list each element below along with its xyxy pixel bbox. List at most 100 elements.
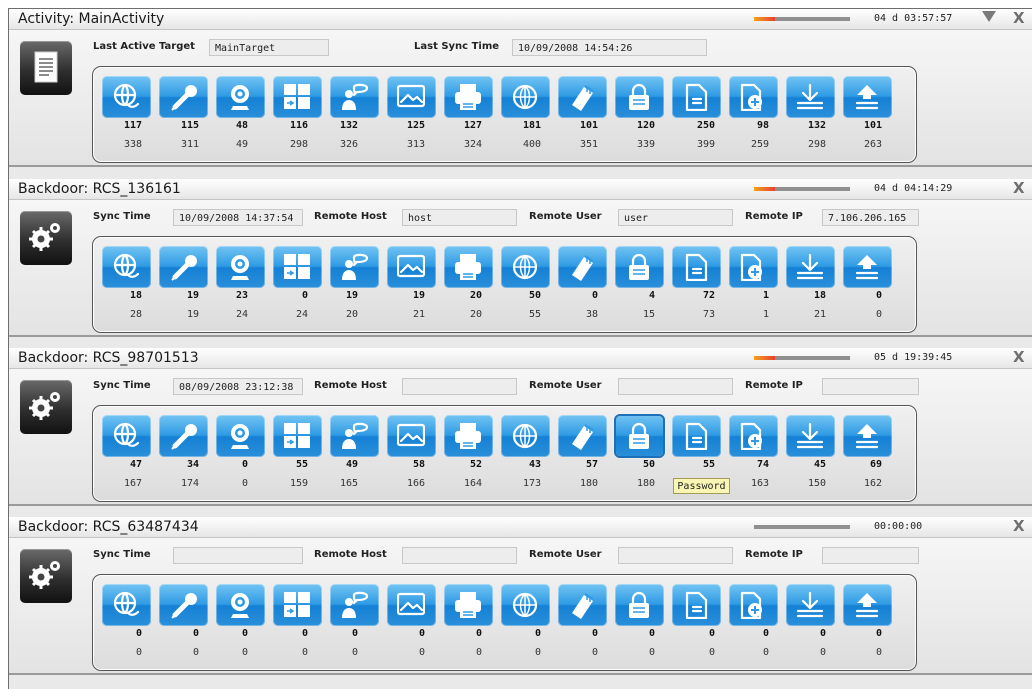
count-top: 45 [813,459,826,470]
count-top: 55 [295,459,308,470]
module-button[interactable] [216,246,265,288]
module-button[interactable] [672,246,721,288]
count-bottom: 338 [123,139,142,150]
count-bottom: 28 [129,309,142,320]
module-button[interactable] [444,415,493,457]
count-bottom: 163 [750,478,769,489]
module-button[interactable] [444,584,493,626]
module-button[interactable] [501,584,550,626]
module-button[interactable] [614,414,665,458]
count-bottom: 159 [289,478,308,489]
module-button[interactable] [216,415,265,457]
module-button[interactable] [216,584,265,626]
module-button[interactable] [387,246,436,288]
module-button[interactable] [843,415,892,457]
count-bottom: 0 [534,647,541,658]
close-icon[interactable]: X [1013,348,1025,366]
module-button[interactable] [615,584,664,626]
module-button[interactable] [729,415,778,457]
count-top: 48 [235,120,248,131]
count-top: 49 [345,459,358,470]
module-button[interactable] [273,76,322,118]
count-top: 18 [813,290,826,301]
field-value: MainTarget [209,39,329,56]
count-top: 0 [241,459,248,470]
module-button[interactable] [159,246,208,288]
module-button[interactable] [786,246,835,288]
module-button[interactable] [387,76,436,118]
module-button[interactable] [273,246,322,288]
count-top: 18 [129,290,142,301]
count-top: 0 [475,628,482,639]
gears-tile-icon[interactable] [20,211,72,265]
module-button[interactable] [843,76,892,118]
module-button[interactable] [672,76,721,118]
module-button[interactable] [444,76,493,118]
module-button[interactable] [216,76,265,118]
count-bottom: 164 [463,478,482,489]
module-button[interactable] [558,415,607,457]
count-top: 0 [301,628,308,639]
module-button[interactable] [330,76,379,118]
module-button[interactable] [159,76,208,118]
module-button[interactable] [615,246,664,288]
module-button[interactable] [558,246,607,288]
field-label: Last Sync Time [414,41,500,52]
field-value [618,378,733,395]
count-bottom: 0 [591,647,598,658]
close-icon[interactable]: X [1013,179,1025,197]
module-button[interactable] [102,246,151,288]
module-button[interactable] [786,415,835,457]
progress-fill [754,187,776,191]
module-button[interactable] [387,415,436,457]
module-button[interactable] [159,415,208,457]
count-top: 101 [863,120,882,131]
module-button[interactable] [102,584,151,626]
module-button[interactable] [729,584,778,626]
field-value: 7.106.206.165 [822,209,919,226]
module-button[interactable] [102,76,151,118]
count-top: 132 [339,120,358,131]
module-button[interactable] [501,415,550,457]
module-button[interactable] [558,584,607,626]
field-value: 10/09/2008 14:54:26 [512,39,707,56]
count-bottom: 55 [528,309,541,320]
count-bottom: 49 [235,139,248,150]
close-icon[interactable]: X [1013,9,1025,27]
module-button[interactable] [843,584,892,626]
module-button[interactable] [159,584,208,626]
module-button[interactable] [330,246,379,288]
count-top: 19 [186,290,199,301]
module-button[interactable] [729,246,778,288]
count-bottom: 0 [762,647,769,658]
module-button[interactable] [102,415,151,457]
module-button[interactable] [387,584,436,626]
module-button[interactable] [330,584,379,626]
minimize-icon[interactable] [982,11,996,22]
module-button[interactable] [672,415,721,457]
count-top: 0 [708,628,715,639]
module-button[interactable] [843,246,892,288]
gears-tile-icon[interactable] [20,380,72,434]
count-bottom: 0 [135,647,142,658]
gears-tile-icon[interactable] [20,549,72,603]
module-button[interactable] [786,584,835,626]
module-button[interactable] [729,76,778,118]
module-button[interactable] [330,415,379,457]
module-button[interactable] [273,584,322,626]
module-button[interactable] [786,76,835,118]
count-top: 181 [522,120,541,131]
module-button[interactable] [672,584,721,626]
module-button[interactable] [615,76,664,118]
module-button[interactable] [273,415,322,457]
module-button[interactable] [558,76,607,118]
count-bottom: 313 [406,139,425,150]
document-tile-icon[interactable] [20,41,72,95]
count-top: 52 [469,459,482,470]
count-top: 98 [756,120,769,131]
close-icon[interactable]: X [1013,517,1025,535]
module-button[interactable] [501,76,550,118]
module-button[interactable] [501,246,550,288]
field-label: Last Active Target [93,41,195,52]
module-button[interactable] [444,246,493,288]
